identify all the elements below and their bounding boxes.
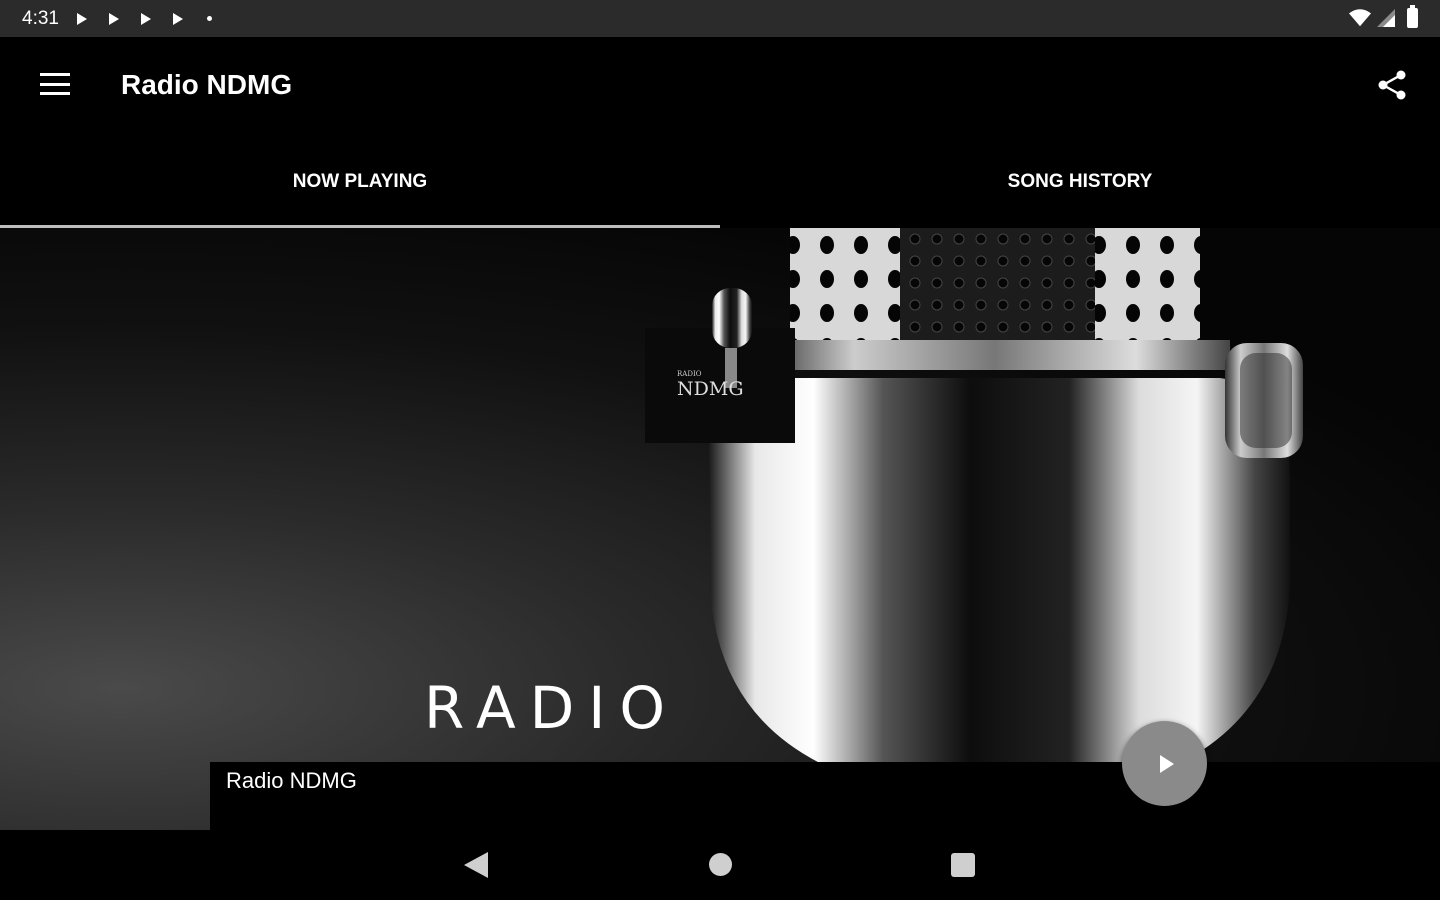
tab-bar: NOW PLAYING SONG HISTORY [0,135,1440,228]
tab-now-playing[interactable]: NOW PLAYING [0,135,720,228]
logo-text: NDMG [677,378,744,400]
notification-play-icon [140,12,151,25]
back-icon[interactable] [464,852,488,878]
signal-icon [1377,9,1395,27]
now-playing-bar: Radio NDMG [210,762,1440,830]
logo-small-text: RADIO [677,370,702,378]
app-title: Radio NDMG [121,69,293,100]
notification-play-icon [76,12,87,25]
battery-icon [1407,5,1418,28]
play-button[interactable] [1122,721,1207,806]
tab-song-history[interactable]: SONG HISTORY [720,135,1440,228]
artwork-headline: RADIO [424,674,680,742]
station-name: Radio NDMG [226,768,357,793]
home-icon[interactable] [709,853,732,876]
notification-play-icon [108,12,119,25]
wifi-icon [1349,9,1371,27]
microphone-image: RADIO NDMG [645,228,1303,830]
status-right-icons [1349,5,1418,28]
recents-icon[interactable] [951,853,975,877]
play-icon [1159,754,1174,773]
status-bar: 4:31 [0,0,1440,37]
app-bar: Radio NDMG [0,37,1440,135]
share-icon[interactable] [1376,69,1408,101]
album-artwork: RADIO NDMG RADIO [0,228,1440,830]
status-time: 4:31 [22,7,59,29]
menu-icon[interactable] [40,73,70,95]
navigation-bar [0,830,1440,900]
notification-dot-icon [206,16,212,21]
notification-play-icon [172,12,183,25]
